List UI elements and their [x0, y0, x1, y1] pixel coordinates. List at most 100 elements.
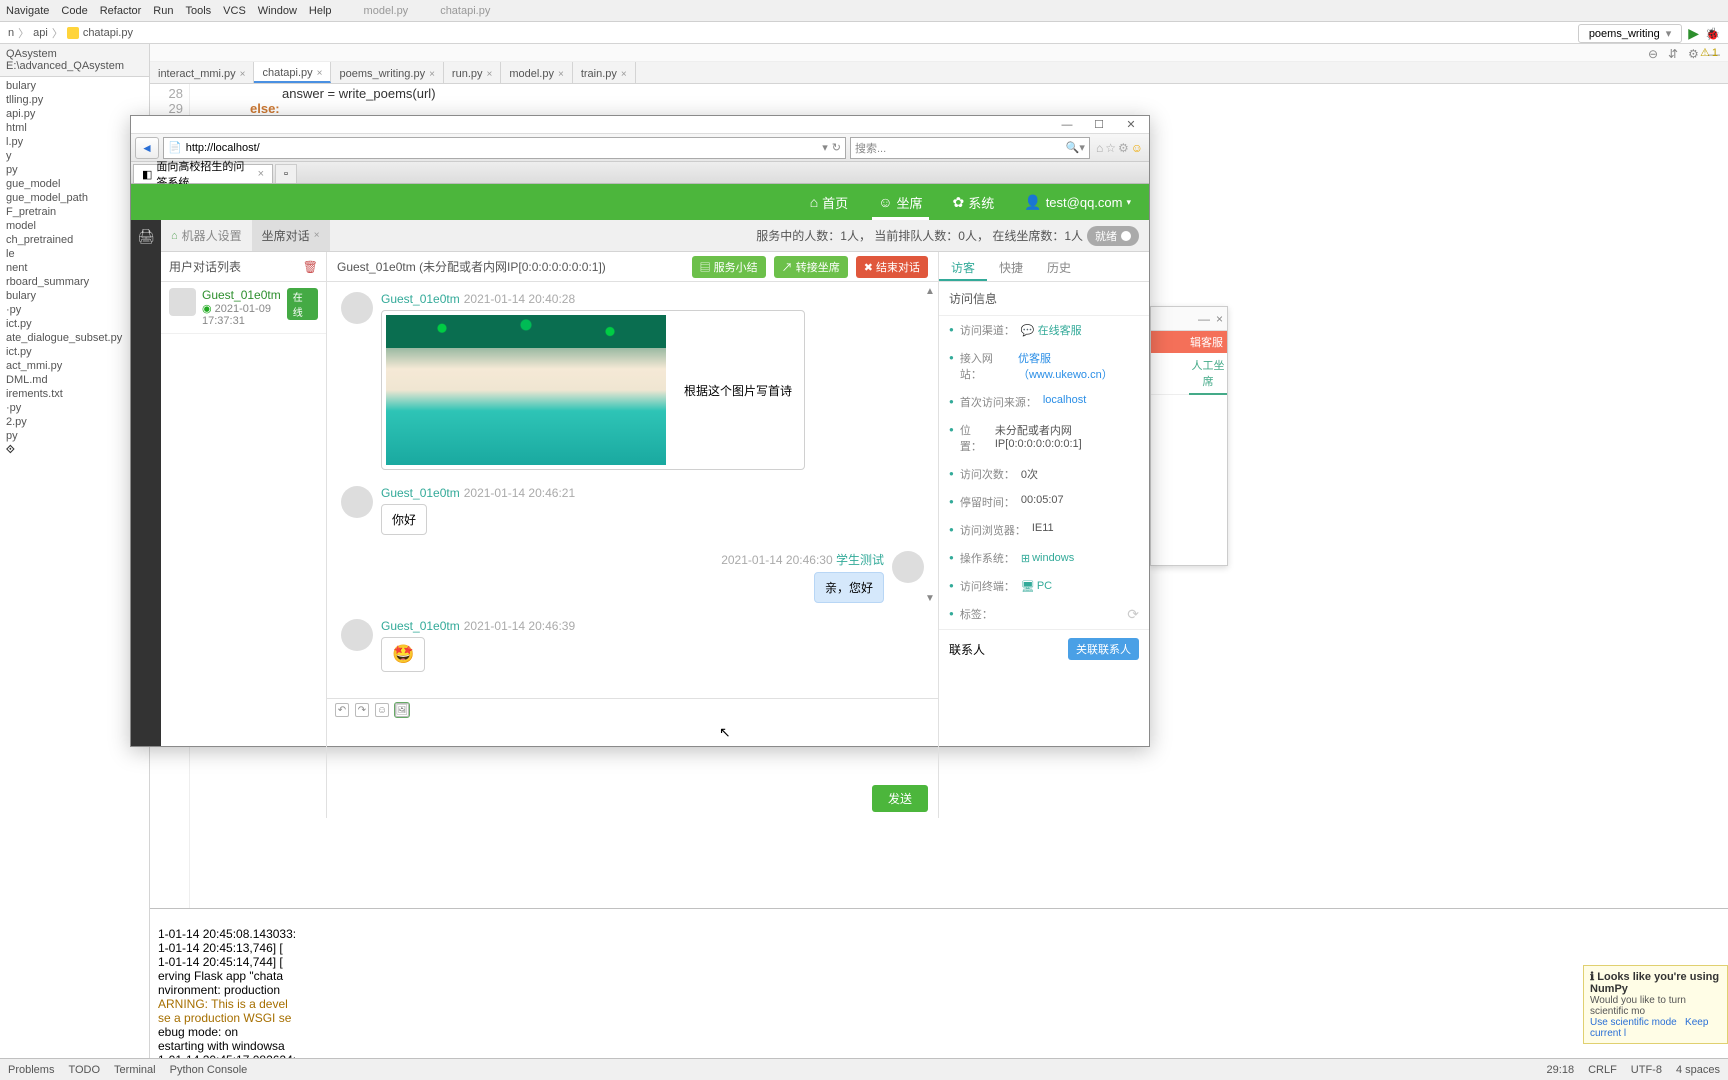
close-icon[interactable]: × [429, 69, 435, 80]
refresh-icon[interactable]: ⟳ [1127, 606, 1139, 623]
editor-tab[interactable]: interact_mmi.py× [150, 62, 254, 83]
crumb-file[interactable]: chatapi.py [83, 27, 133, 39]
emoji-icon[interactable]: ☺ [375, 703, 389, 717]
menu-help[interactable]: Help [309, 5, 332, 17]
editor-tab[interactable]: chatapi.py× [254, 62, 331, 83]
menu-navigate[interactable]: Navigate [6, 5, 49, 17]
address-bar[interactable]: 📄 http://localhost/ ▾ ↻ [163, 137, 846, 159]
nav-home[interactable]: ⌂首页 [804, 185, 854, 220]
status-indent[interactable]: 4 spaces [1676, 1064, 1720, 1076]
tab-visitor[interactable]: 访客 [939, 252, 987, 281]
undo-icon[interactable]: ↶ [335, 703, 349, 717]
editor-tabs[interactable]: interact_mmi.py× chatapi.py× poems_writi… [150, 62, 1728, 84]
tree-item[interactable]: html [0, 121, 149, 135]
use-scientific-link[interactable]: Use scientific mode [1590, 1017, 1677, 1028]
close-icon[interactable]: × [258, 168, 264, 180]
menu-tools[interactable]: Tools [185, 5, 211, 17]
collapse-icon[interactable]: ⊖ [1648, 47, 1660, 59]
tree-item[interactable]: le [0, 247, 149, 261]
source-link[interactable]: localhost [1043, 394, 1086, 410]
close-icon[interactable]: × [487, 69, 493, 80]
minimize-icon[interactable]: — [1198, 312, 1210, 326]
tab-history[interactable]: 历史 [1035, 252, 1083, 281]
maximize-button[interactable]: ☐ [1087, 118, 1111, 131]
tab-agent-chat[interactable]: 坐席对话× [252, 220, 330, 251]
debug-button[interactable]: 🐞 [1705, 27, 1720, 41]
smile-icon[interactable]: ☺ [1131, 141, 1143, 155]
side-tab[interactable] [1151, 353, 1189, 395]
trash-icon[interactable]: 🗑 [303, 260, 318, 274]
editor-tab[interactable]: train.py× [573, 62, 636, 83]
status-line-sep[interactable]: CRLF [1588, 1064, 1617, 1076]
tree-item[interactable]: act_mmi.py [0, 359, 149, 373]
tree-item[interactable]: gue_model [0, 177, 149, 191]
home-icon[interactable]: ⌂ [1096, 141, 1103, 155]
print-icon[interactable]: 🖨 [137, 228, 155, 245]
search-icon[interactable]: 🔍▾ [1066, 141, 1085, 154]
menu-refactor[interactable]: Refactor [100, 5, 142, 17]
tree-item[interactable]: F_pretrain [0, 205, 149, 219]
scroll-up-icon[interactable]: ▲ [924, 286, 936, 297]
tree-item[interactable]: nent [0, 261, 149, 275]
dropdown-icon[interactable]: ▾ [822, 141, 828, 154]
close-icon[interactable]: × [558, 69, 564, 80]
window-titlebar[interactable]: — ☐ ✕ [131, 116, 1149, 134]
chat-textarea[interactable] [327, 721, 938, 781]
refresh-icon[interactable]: ↻ [832, 141, 841, 154]
site-link[interactable]: 优客服（www.ukewo.cn） [1018, 350, 1139, 382]
tree-item[interactable]: ·py [0, 303, 149, 317]
tree-item[interactable]: ict.py [0, 345, 149, 359]
tree-item[interactable]: ch_pretrained [0, 233, 149, 247]
tree-item[interactable]: DML.md [0, 373, 149, 387]
close-icon[interactable]: × [240, 69, 246, 80]
close-button[interactable]: ✕ [1119, 118, 1143, 131]
close-icon[interactable]: × [314, 230, 320, 241]
run-button[interactable]: ▶ [1688, 25, 1699, 42]
editor-tab[interactable]: model.py× [501, 62, 572, 83]
chat-messages[interactable]: ▲ Guest_01e0tm2021-01-14 20:40:28 根据这个图片… [327, 282, 938, 698]
ide-menubar[interactable]: Navigate Code Refactor Run Tools VCS Win… [0, 0, 1728, 22]
status-terminal[interactable]: Terminal [114, 1064, 156, 1076]
tree-item[interactable]: bulary [0, 289, 149, 303]
tree-item[interactable]: rboard_summary [0, 275, 149, 289]
tree-item[interactable]: irements.txt [0, 387, 149, 401]
star-icon[interactable]: ☆ [1105, 141, 1116, 155]
tree-scratches[interactable]: ⟐ [0, 443, 149, 458]
crumb-root[interactable]: n [8, 27, 14, 39]
tree-item[interactable]: model [0, 219, 149, 233]
scroll-down-icon[interactable]: ▼ [924, 593, 936, 604]
nav-agent[interactable]: ☺坐席 [872, 185, 928, 220]
status-problems[interactable]: Problems [8, 1064, 54, 1076]
tree-item[interactable]: 2.py [0, 415, 149, 429]
editor-tab[interactable]: poems_writing.py× [331, 62, 443, 83]
back-button[interactable]: ◄ [135, 137, 159, 159]
ready-toggle[interactable]: 就绪 [1087, 226, 1139, 246]
numpy-notification[interactable]: ℹ Looks like you're using NumPy Would yo… [1583, 965, 1728, 1044]
new-tab-button[interactable]: ▫ [275, 164, 297, 183]
status-python-console[interactable]: Python Console [170, 1064, 248, 1076]
browser-tabs[interactable]: ◧ 面向高校招生的问答系统 × ▫ [131, 162, 1149, 184]
tree-item[interactable]: tlling.py [0, 93, 149, 107]
tree-item[interactable]: ict.py [0, 317, 149, 331]
gear-icon[interactable]: ⚙ [1118, 141, 1129, 155]
tab-quick[interactable]: 快捷 [987, 252, 1035, 281]
image-upload-icon[interactable]: 🖼 [395, 703, 409, 717]
service-summary-button[interactable]: ▤ 服务小结 [692, 256, 766, 278]
close-icon[interactable]: × [317, 68, 323, 79]
close-icon[interactable]: × [1216, 312, 1223, 326]
tab-robot-settings[interactable]: ⌂机器人设置 [161, 220, 252, 251]
menu-vcs[interactable]: VCS [223, 5, 246, 17]
tree-item[interactable]: api.py [0, 107, 149, 121]
run-config-select[interactable]: poems_writing ▾ [1578, 24, 1682, 43]
transfer-button[interactable]: ↗ 转接坐席 [774, 256, 848, 278]
tree-item[interactable]: ·py [0, 401, 149, 415]
tree-item[interactable]: py [0, 163, 149, 177]
run-tool-window[interactable]: 1-01-14 20:45:08.143033: 1-01-14 20:45:1… [150, 908, 1728, 1058]
tree-item[interactable]: py [0, 429, 149, 443]
side-tab[interactable]: 人工坐席 [1189, 353, 1227, 395]
menu-code[interactable]: Code [61, 5, 87, 17]
redo-icon[interactable]: ↷ [355, 703, 369, 717]
project-tree[interactable]: bulary tlling.py api.py html l.py y py g… [0, 77, 149, 1058]
user-list-item[interactable]: Guest_01e0tm ◉ 2021-01-09 17:37:31 在线 [161, 282, 326, 334]
menu-window[interactable]: Window [258, 5, 297, 17]
